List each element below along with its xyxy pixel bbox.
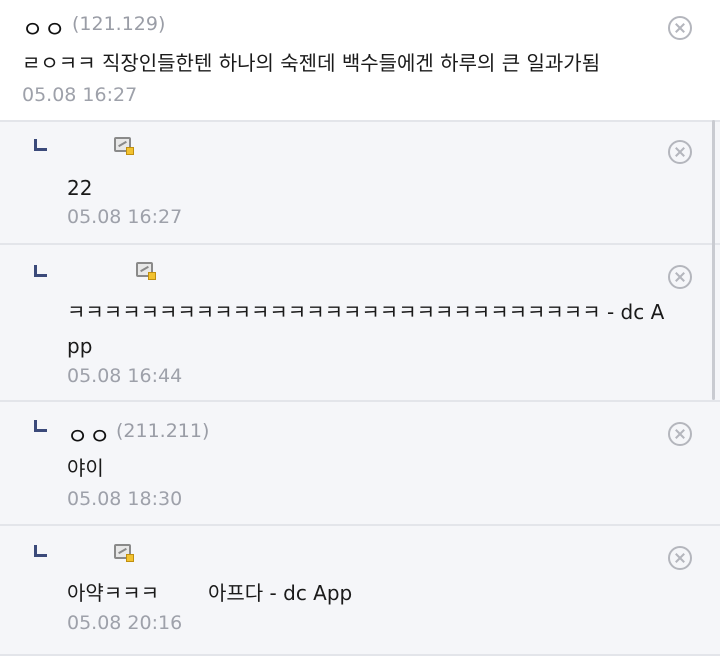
comment-text: ㄹㅇㅋㅋ 직장인들한텐 하나의 숙젠데 백수들에겐 하루의 큰 일과가됨 <box>22 51 601 75</box>
reply-item: 아약ㅋㅋㅋ 아프다 - dc App 05.08 20:16 <box>0 526 720 656</box>
reply-ip: (211.211) <box>116 420 210 442</box>
reply-arrow-icon <box>34 545 47 557</box>
delete-icon[interactable] <box>668 16 692 40</box>
reply-text: 야이 <box>67 456 104 480</box>
comment-time: 05.08 16:27 <box>22 84 138 106</box>
comment-item: ㅇㅇ (121.129) ㄹㅇㅋㅋ 직장인들한텐 하나의 숙젠데 백수들에겐 하… <box>0 0 720 122</box>
delete-icon[interactable] <box>668 265 692 289</box>
reply-text-part2: 아프다 - dc App <box>208 581 353 605</box>
reply-nickname[interactable]: ㅇㅇ <box>67 417 111 451</box>
reply-text-line1: ㅋㅋㅋㅋㅋㅋㅋㅋㅋㅋㅋㅋㅋㅋㅋㅋㅋㅋㅋㅋㅋㅋㅋㅋㅋㅋㅋㅋㅋ - dc A <box>67 300 665 324</box>
reply-text-part1: 아약ㅋㅋㅋ <box>67 581 159 605</box>
reply-time: 05.08 16:44 <box>67 365 183 387</box>
reply-item: ㅇㅇ (211.211) 야이 05.08 18:30 <box>0 402 720 526</box>
reply-time: 05.08 18:30 <box>67 488 183 510</box>
gallog-icon[interactable] <box>114 544 134 562</box>
gallog-icon[interactable] <box>114 137 134 155</box>
reply-arrow-icon <box>34 420 47 432</box>
delete-icon[interactable] <box>668 422 692 446</box>
reply-time: 05.08 16:27 <box>67 206 183 228</box>
reply-arrow-icon <box>34 139 47 151</box>
gallog-icon[interactable] <box>136 262 156 280</box>
comment-nickname[interactable]: ㅇㅇ <box>22 10 66 44</box>
comment-ip: (121.129) <box>72 13 166 35</box>
reply-item: ㅋㅋㅋㅋㅋㅋㅋㅋㅋㅋㅋㅋㅋㅋㅋㅋㅋㅋㅋㅋㅋㅋㅋㅋㅋㅋㅋㅋㅋ - dc A pp … <box>0 245 720 402</box>
reply-time: 05.08 20:16 <box>67 612 183 634</box>
delete-icon[interactable] <box>668 546 692 570</box>
delete-icon[interactable] <box>668 140 692 164</box>
reply-text-line2: pp <box>67 334 93 358</box>
reply-text: 22 <box>67 176 93 200</box>
scrollbar[interactable] <box>712 120 715 400</box>
reply-item: 22 05.08 16:27 <box>0 122 720 245</box>
reply-arrow-icon <box>34 265 47 277</box>
